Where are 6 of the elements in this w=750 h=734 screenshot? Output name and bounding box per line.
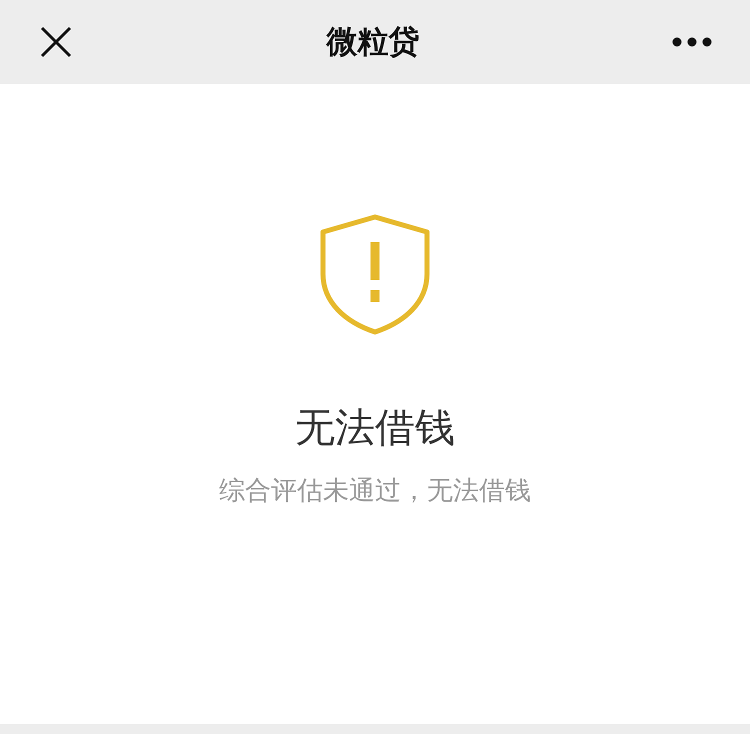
result-title: 无法借钱 bbox=[295, 408, 455, 448]
close-icon[interactable] bbox=[38, 24, 74, 60]
warning-shield-icon bbox=[319, 214, 431, 336]
more-icon[interactable] bbox=[672, 36, 712, 48]
result-message: 综合评估未通过，无法借钱 bbox=[219, 478, 531, 504]
page-title: 微粒贷 bbox=[326, 22, 420, 62]
